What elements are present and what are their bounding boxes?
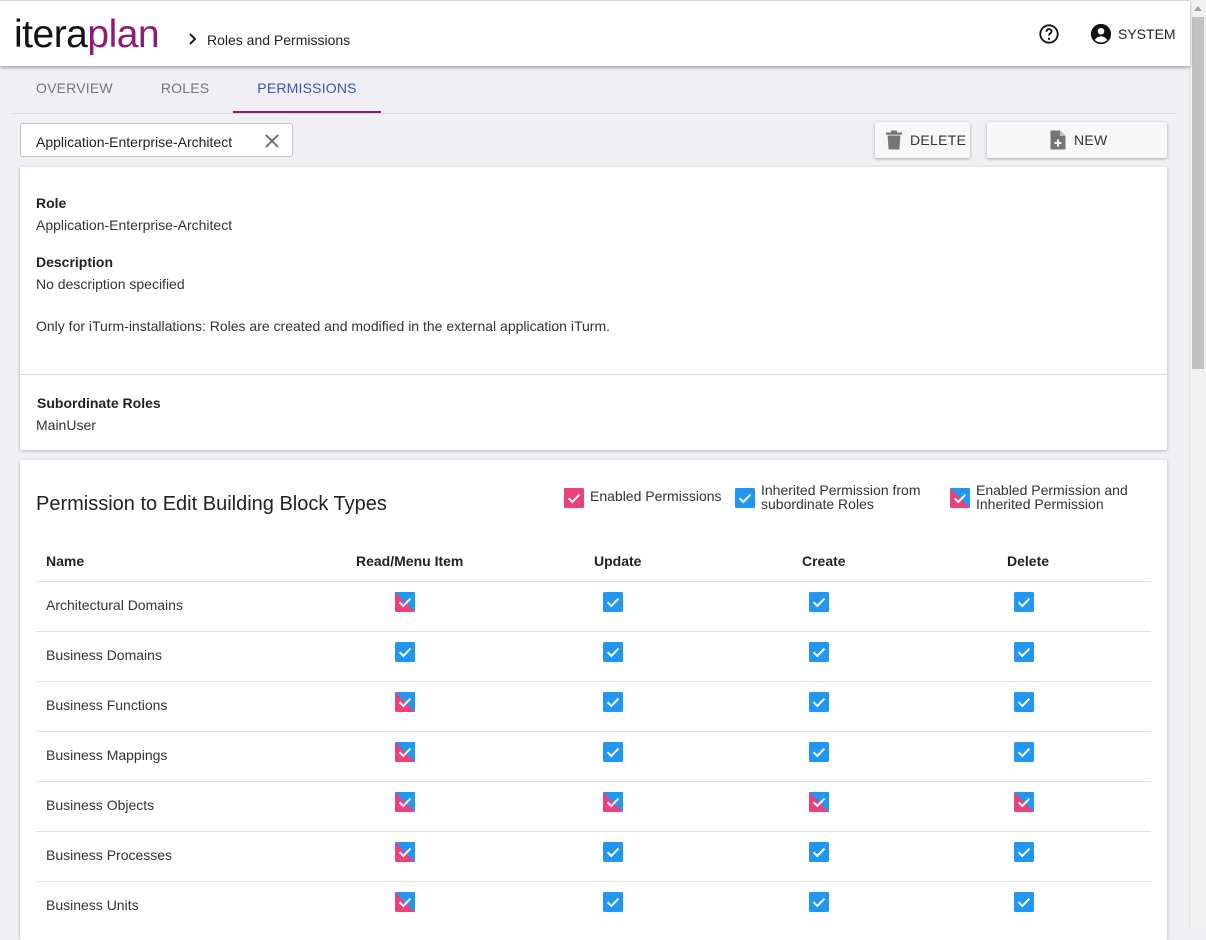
tab-bar: OVERVIEW ROLES PERMISSIONS xyxy=(12,66,381,113)
read-permission-checkbox[interactable] xyxy=(395,742,415,762)
row-divider xyxy=(36,581,1151,582)
tab-overview[interactable]: OVERVIEW xyxy=(12,66,137,111)
delete-permission-checkbox[interactable] xyxy=(1014,642,1034,662)
delete-permission-checkbox[interactable] xyxy=(1014,892,1034,912)
iturm-note: Only for iTurm-installations: Roles are … xyxy=(36,318,610,334)
tab-roles[interactable]: ROLES xyxy=(137,66,233,111)
update-permission-checkbox[interactable] xyxy=(603,642,623,662)
column-header-read: Read/Menu Item xyxy=(356,553,464,569)
account-circle-icon xyxy=(1090,23,1112,45)
tabs-divider xyxy=(12,113,1175,114)
table-row-name: Business Domains xyxy=(46,647,162,663)
chevron-right-icon xyxy=(189,33,197,45)
scroll-thumb[interactable] xyxy=(1192,17,1204,369)
description-label: Description xyxy=(36,254,114,270)
role-label: Role xyxy=(36,195,67,211)
legend-inherited: Inherited Permission from subordinate Rol… xyxy=(735,483,921,511)
delete-permission-checkbox[interactable] xyxy=(1014,792,1034,812)
table-row-name: Business Mappings xyxy=(46,747,168,763)
column-header-create: Create xyxy=(802,553,846,569)
update-permission-checkbox[interactable] xyxy=(603,692,623,712)
legend-both-swatch xyxy=(950,488,970,508)
role-value: Application-Enterprise-Architect xyxy=(36,217,233,233)
scroll-up-arrow[interactable] xyxy=(1194,6,1202,11)
page-scrollbar[interactable] xyxy=(1189,0,1206,928)
file-plus-icon xyxy=(1050,130,1066,150)
table-row-name: Business Processes xyxy=(46,847,173,863)
create-permission-checkbox[interactable] xyxy=(809,842,829,862)
top-bar: iteraplan Roles and Permissions SYSTEM xyxy=(0,0,1190,66)
role-select[interactable]: Application-Enterprise-Architect xyxy=(20,123,293,157)
legend-enabled: Enabled Permissions xyxy=(564,488,722,508)
read-permission-checkbox[interactable] xyxy=(395,692,415,712)
delete-permission-checkbox[interactable] xyxy=(1014,592,1034,612)
table-row-name: Business Units xyxy=(46,897,139,913)
legend-both-label: Enabled Permission and Inherited Permissi… xyxy=(976,482,1128,512)
subordinate-roles-value: MainUser xyxy=(36,417,96,433)
permissions-title: Permission to Edit Building Block Types xyxy=(36,493,387,515)
table-row-name: Business Functions xyxy=(46,697,168,713)
trash-icon xyxy=(886,130,902,150)
legend-inherited-swatch xyxy=(735,488,755,508)
update-permission-checkbox[interactable] xyxy=(603,892,623,912)
column-header-delete: Delete xyxy=(1007,553,1050,569)
read-permission-checkbox[interactable] xyxy=(395,842,415,862)
legend-enabled-label: Enabled Permissions xyxy=(590,488,722,504)
iteraplan-logo[interactable]: iteraplan xyxy=(14,12,160,58)
user-name: SYSTEM xyxy=(1118,26,1176,42)
breadcrumb-current: Roles and Permissions xyxy=(207,32,351,48)
read-permission-checkbox[interactable] xyxy=(395,592,415,612)
create-permission-checkbox[interactable] xyxy=(809,592,829,612)
create-permission-checkbox[interactable] xyxy=(809,892,829,912)
role-details-card: Role Application-Enterprise-Architect De… xyxy=(20,167,1167,450)
row-divider xyxy=(36,831,1151,832)
update-permission-checkbox[interactable] xyxy=(603,742,623,762)
column-header-update: Update xyxy=(594,553,642,569)
help-icon[interactable] xyxy=(1038,23,1060,45)
read-permission-checkbox[interactable] xyxy=(395,792,415,812)
delete-button[interactable]: DELETE xyxy=(875,122,970,158)
table-row-name: Architectural Domains xyxy=(46,597,183,613)
subordinate-roles-label: Subordinate Roles xyxy=(37,395,161,411)
legend-inherited-label: Inherited Permission from subordinate Rol… xyxy=(761,482,921,512)
table-row-name: Business Objects xyxy=(46,797,155,813)
role-select-value: Application-Enterprise-Architect xyxy=(36,134,233,150)
create-permission-checkbox[interactable] xyxy=(809,642,829,662)
row-divider xyxy=(36,631,1151,632)
row-divider xyxy=(36,781,1151,782)
description-value: No description specified xyxy=(36,276,185,292)
read-permission-checkbox[interactable] xyxy=(395,892,415,912)
legend-enabled-swatch xyxy=(564,488,584,508)
delete-permission-checkbox[interactable] xyxy=(1014,842,1034,862)
delete-permission-checkbox[interactable] xyxy=(1014,742,1034,762)
new-button-label: NEW xyxy=(1074,132,1108,148)
create-permission-checkbox[interactable] xyxy=(809,742,829,762)
new-button[interactable]: NEW xyxy=(987,122,1167,158)
row-divider xyxy=(36,681,1151,682)
read-permission-checkbox[interactable] xyxy=(395,642,415,662)
user-menu[interactable]: SYSTEM xyxy=(1090,23,1176,45)
delete-permission-checkbox[interactable] xyxy=(1014,692,1034,712)
permissions-card: Permission to Edit Building Block Types … xyxy=(20,460,1167,940)
update-permission-checkbox[interactable] xyxy=(603,592,623,612)
update-permission-checkbox[interactable] xyxy=(603,792,623,812)
clear-icon[interactable] xyxy=(264,133,280,149)
row-divider xyxy=(36,881,1151,882)
update-permission-checkbox[interactable] xyxy=(603,842,623,862)
column-header-name: Name xyxy=(46,553,85,569)
card-divider xyxy=(20,374,1167,375)
create-permission-checkbox[interactable] xyxy=(809,692,829,712)
delete-button-label: DELETE xyxy=(910,132,967,148)
create-permission-checkbox[interactable] xyxy=(809,792,829,812)
tab-permissions[interactable]: PERMISSIONS xyxy=(233,66,381,113)
legend-both: Enabled Permission and Inherited Permissi… xyxy=(950,483,1128,511)
row-divider xyxy=(36,731,1151,732)
